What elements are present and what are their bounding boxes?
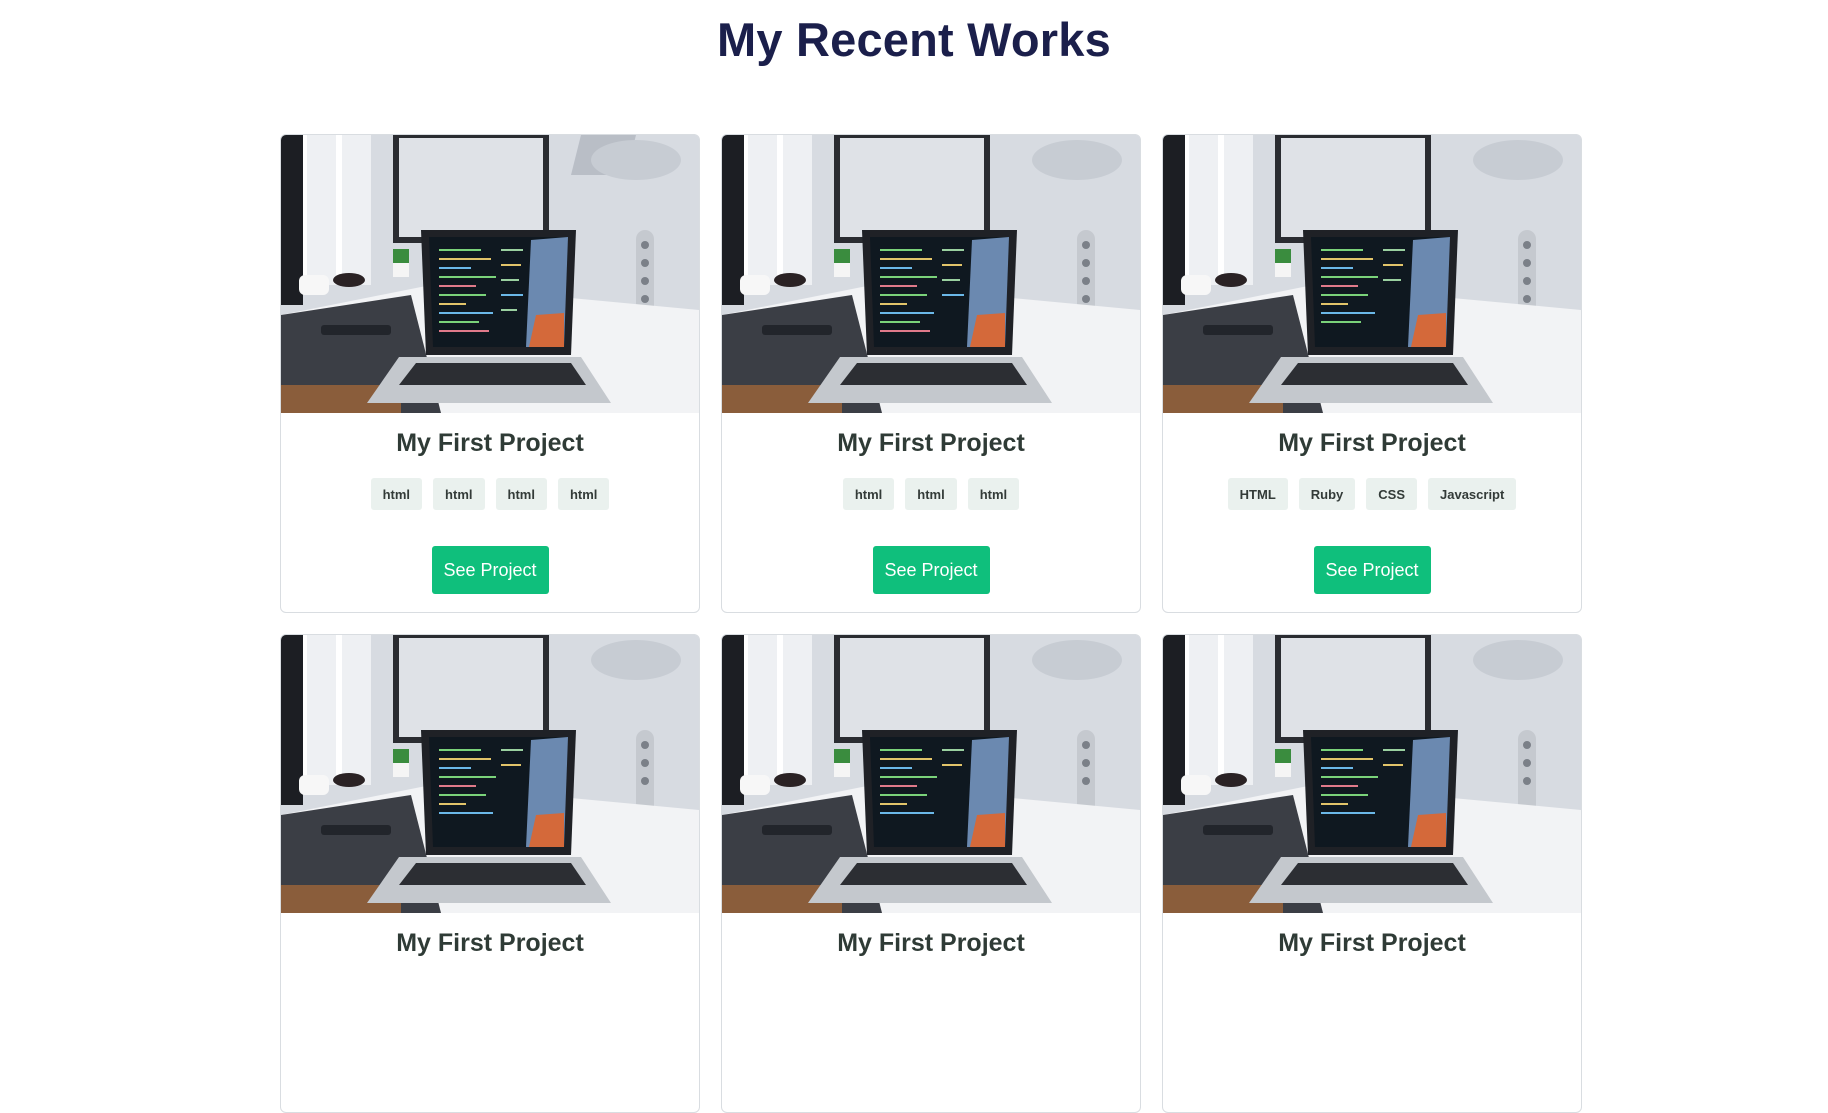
project-thumbnail-image <box>1163 635 1581 913</box>
tag: Javascript <box>1428 478 1517 510</box>
project-title: My First Project <box>837 929 1025 957</box>
project-title: My First Project <box>396 929 584 957</box>
tag: html <box>905 478 957 510</box>
project-thumbnail-image <box>722 135 1140 413</box>
tag: CSS <box>1366 478 1417 510</box>
projects-grid: My First Project html html html html See… <box>280 134 1582 1113</box>
project-title: My First Project <box>1278 429 1466 457</box>
project-card: My First Project html html html html See… <box>280 134 700 613</box>
project-title: My First Project <box>837 429 1025 457</box>
tag: HTML <box>1227 478 1288 510</box>
see-project-button[interactable]: See Project <box>431 546 549 594</box>
project-title: My First Project <box>1278 929 1466 957</box>
tag-list: html html html <box>722 478 1140 510</box>
project-card: My First Project <box>280 634 700 1113</box>
project-card: My First Project <box>721 634 1141 1113</box>
tag: html <box>557 478 610 510</box>
tag-list: HTML Ruby CSS Javascript <box>1163 478 1581 510</box>
project-thumbnail-image <box>281 135 699 413</box>
tag: Ruby <box>1298 478 1356 510</box>
project-card: My First Project html html html See Proj… <box>721 134 1141 613</box>
project-thumbnail-image <box>281 635 699 913</box>
project-thumbnail-image <box>1163 135 1581 413</box>
page-title: My Recent Works <box>717 13 1111 66</box>
tag: html <box>433 478 485 510</box>
tag: html <box>842 478 895 510</box>
project-thumbnail-image <box>722 635 1140 913</box>
see-project-button[interactable]: See Project <box>1313 546 1431 594</box>
project-card: My First Project HTML Ruby CSS Javascrip… <box>1162 134 1582 613</box>
see-project-button[interactable]: See Project <box>872 546 990 594</box>
tag-list: html html html html <box>281 478 699 510</box>
tag: html <box>370 478 423 510</box>
tag: html <box>495 478 547 510</box>
tag: html <box>967 478 1020 510</box>
project-title: My First Project <box>396 429 584 457</box>
project-card: My First Project <box>1162 634 1582 1113</box>
